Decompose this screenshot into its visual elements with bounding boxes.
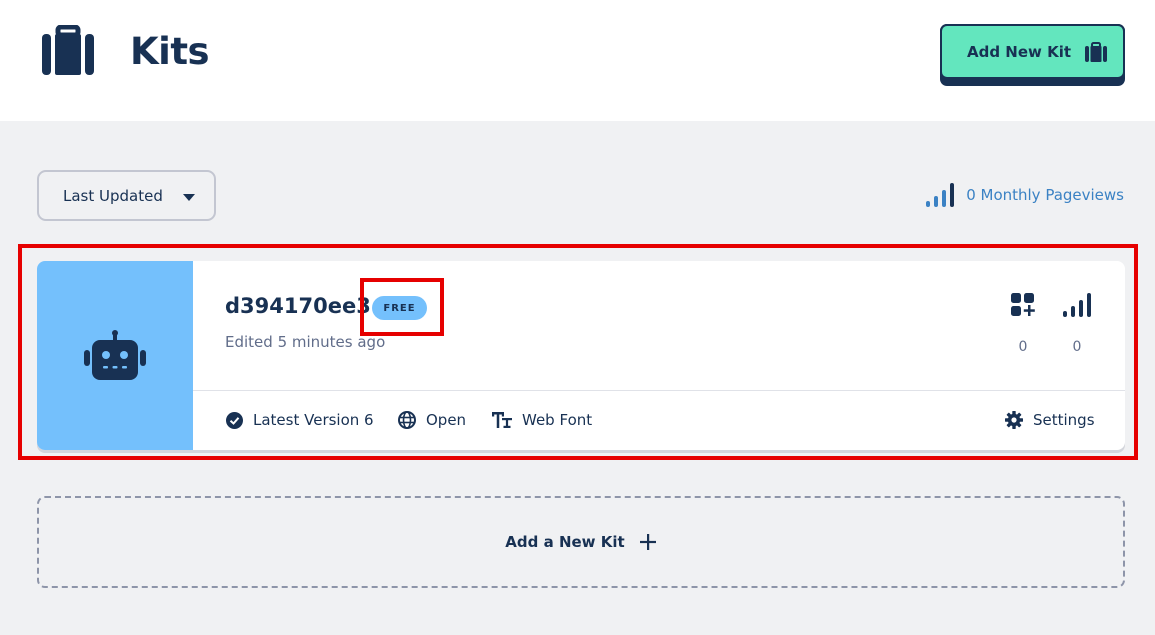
add-new-kit-label: Add New Kit (967, 42, 1072, 61)
suitcase-icon (42, 25, 94, 75)
plan-badge-highlight (360, 278, 444, 336)
plus-icon (639, 534, 656, 550)
signal-bars-icon (926, 183, 955, 207)
caret-down-icon (183, 194, 195, 201)
suitcase-icon (1085, 41, 1108, 62)
page-title: Kits (130, 30, 210, 73)
sort-dropdown[interactable]: Last Updated (37, 170, 216, 221)
add-a-new-kit-button[interactable]: Add a New Kit (37, 496, 1125, 588)
add-a-new-kit-label: Add a New Kit (505, 533, 625, 551)
monthly-pageviews-link[interactable]: 0 Monthly Pageviews (926, 183, 1124, 207)
add-new-kit-button[interactable]: Add New Kit (940, 24, 1125, 86)
sort-dropdown-value: Last Updated (63, 186, 163, 205)
kit-card-highlight (18, 244, 1138, 460)
monthly-pageviews-label: 0 Monthly Pageviews (966, 186, 1124, 204)
top-bar: Kits Add New Kit (0, 0, 1155, 121)
add-new-kit-button-face[interactable]: Add New Kit (940, 24, 1125, 79)
